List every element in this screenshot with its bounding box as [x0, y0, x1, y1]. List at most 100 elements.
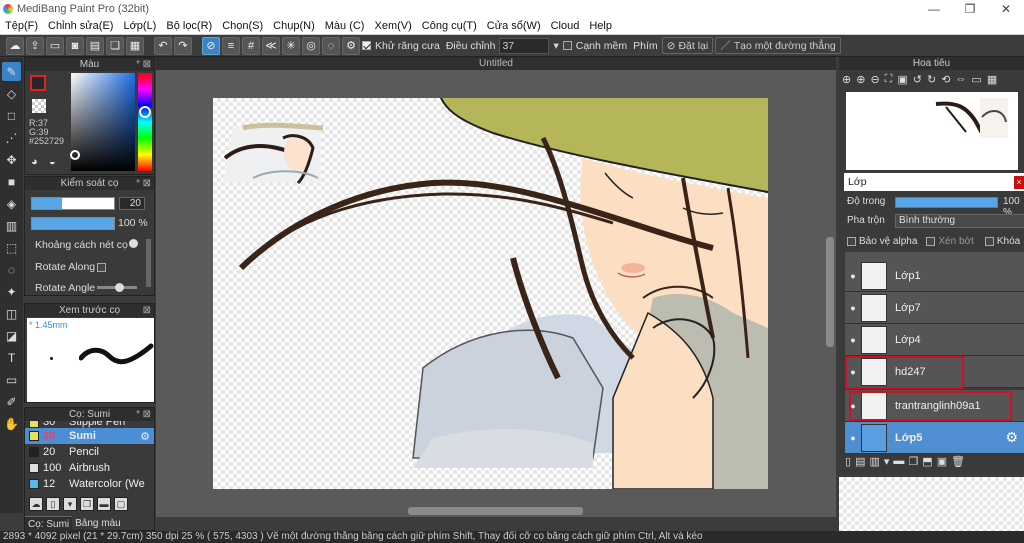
- visibility-icon[interactable]: ●: [845, 271, 861, 281]
- rotate-left-icon[interactable]: ↺: [913, 73, 922, 86]
- zoom-fit-icon[interactable]: ⊕: [842, 73, 851, 86]
- cloud-icon[interactable]: ☁: [6, 36, 24, 55]
- brush-size-value[interactable]: 20: [119, 197, 145, 210]
- pin-icon[interactable]: *: [136, 408, 140, 421]
- layer-folder-icon[interactable]: ▬: [893, 455, 904, 468]
- magic-wand-tool-icon[interactable]: ✦: [2, 282, 21, 301]
- layer-item-lop4[interactable]: ● Lớp4: [845, 324, 1024, 356]
- eyedropper-tool-icon[interactable]: ✐: [2, 392, 21, 411]
- zoom-in-icon[interactable]: ⊕: [856, 73, 865, 86]
- move-tool-icon[interactable]: ✥: [2, 150, 21, 169]
- new-brush-icon[interactable]: ▯: [46, 497, 60, 511]
- clip-checkbox[interactable]: [926, 236, 936, 246]
- snap-off-icon[interactable]: ⊘: [202, 36, 220, 55]
- brush-spacing-toggle[interactable]: [129, 239, 138, 248]
- rotate-angle-handle[interactable]: [115, 283, 124, 292]
- fullscreen-icon[interactable]: ▭: [971, 73, 981, 86]
- close-icon[interactable]: ✕: [988, 0, 1024, 18]
- pin-icon[interactable]: *: [136, 58, 140, 71]
- snap-setting-icon[interactable]: ⚙: [342, 36, 360, 55]
- brush-item-watercolor[interactable]: 12 Watercolor (We: [25, 476, 154, 492]
- fill-rect-tool-icon[interactable]: ■: [2, 172, 21, 191]
- canvas-horizontal-scrollbar[interactable]: [408, 507, 583, 515]
- copy-brush-icon[interactable]: ❐: [80, 497, 94, 511]
- bucket-tool-icon[interactable]: ◈: [2, 194, 21, 213]
- new-layer-icon[interactable]: ▯: [845, 455, 851, 468]
- rotate-reset-icon[interactable]: ⟲: [941, 73, 950, 86]
- actual-size-icon[interactable]: ▣: [897, 73, 907, 86]
- navigator-preview[interactable]: [846, 92, 1018, 170]
- brush-opacity-slider[interactable]: [31, 217, 115, 230]
- snap-parallel-icon[interactable]: ≡: [222, 36, 240, 55]
- snap-circle-icon[interactable]: ◎: [302, 36, 320, 55]
- zoom-out-icon[interactable]: ⊖: [870, 73, 879, 86]
- brush-item-pencil[interactable]: 20 Pencil: [25, 444, 154, 460]
- layer-item-lop5[interactable]: ● Lớp5 ⚙: [845, 422, 1024, 454]
- restore-icon[interactable]: ❐: [952, 0, 988, 18]
- reset-button[interactable]: ⊘ Đặt lại: [661, 37, 714, 54]
- panel-close-icon[interactable]: ⊠: [143, 177, 151, 190]
- menu-cloud[interactable]: Cloud: [546, 20, 585, 32]
- visibility-icon[interactable]: ●: [845, 303, 861, 313]
- hue-slider-handle[interactable]: [139, 106, 151, 118]
- lock-checkbox[interactable]: [984, 236, 994, 246]
- panel-close-icon[interactable]: ⊠: [143, 58, 151, 71]
- add-layer-icon[interactable]: ▾: [884, 455, 890, 468]
- antialias-checkbox[interactable]: [362, 41, 371, 50]
- share-icon[interactable]: ⇪: [26, 36, 44, 55]
- panel-close-icon[interactable]: ⊠: [143, 304, 151, 317]
- layer-opacity-slider[interactable]: [895, 197, 998, 208]
- color-picker-cursor[interactable]: [70, 150, 80, 160]
- brush-control-scrollbar[interactable]: [146, 239, 151, 287]
- menu-filter[interactable]: Bộ lọc(R): [161, 20, 217, 32]
- brush-item-airbrush[interactable]: 100 Airbrush: [25, 460, 154, 476]
- layer-settings-icon[interactable]: ▣: [937, 455, 947, 468]
- new-raster-layer-icon[interactable]: ▤: [855, 455, 865, 468]
- dropdown-icon[interactable]: ▾: [551, 40, 560, 52]
- grid-page-icon[interactable]: ▦: [126, 36, 144, 55]
- cloud-brush-icon[interactable]: ☁: [29, 497, 43, 511]
- pin-icon[interactable]: *: [136, 177, 140, 190]
- eraser-tool-icon[interactable]: ◇: [2, 84, 21, 103]
- visibility-icon[interactable]: ●: [845, 433, 861, 443]
- redo-icon[interactable]: ↷: [174, 36, 192, 55]
- navigator-more-icon[interactable]: ▦: [987, 73, 997, 86]
- brush-settings-gear-icon[interactable]: ⚙: [140, 430, 150, 443]
- blend-mode-select[interactable]: Bình thường: [895, 214, 1024, 228]
- menu-tools[interactable]: Công cụ(T): [417, 20, 482, 32]
- rectangle-tool-icon[interactable]: □: [2, 106, 21, 125]
- menu-window[interactable]: Cửa sổ(W): [482, 20, 546, 32]
- hand-tool-icon[interactable]: ✋: [2, 414, 21, 433]
- foreground-color-swatch[interactable]: [30, 75, 46, 91]
- panel-close-icon[interactable]: ⊠: [143, 408, 151, 421]
- divide-tool-icon[interactable]: ▭: [2, 370, 21, 389]
- flip-icon[interactable]: ⇔: [955, 73, 966, 86]
- folder-icon[interactable]: ▬: [97, 497, 111, 511]
- transparent-swatch[interactable]: [32, 99, 46, 113]
- select-eraser-tool-icon[interactable]: ◪: [2, 326, 21, 345]
- brush-size-slider[interactable]: [31, 197, 115, 210]
- delete-brush-icon[interactable]: ▢: [114, 497, 128, 511]
- chat-icon[interactable]: ◙: [66, 36, 84, 55]
- menu-select[interactable]: Chọn(S): [217, 20, 268, 32]
- menu-file[interactable]: Tệp(F): [0, 20, 43, 32]
- tab-color-palette[interactable]: Bảng màu: [72, 516, 124, 532]
- fit-window-icon[interactable]: ⛶: [885, 73, 893, 86]
- copy-page-icon[interactable]: ❏: [106, 36, 124, 55]
- menu-color[interactable]: Màu (C): [320, 20, 370, 32]
- snap-perspective-icon[interactable]: ≪: [262, 36, 280, 55]
- add-brush-icon[interactable]: ▾: [63, 497, 77, 511]
- comment-icon[interactable]: ▭: [46, 36, 64, 55]
- delete-layer-icon[interactable]: 🗑: [951, 455, 965, 468]
- canvas-vertical-scrollbar[interactable]: [826, 237, 834, 347]
- palette-icon[interactable]: ◕: [31, 156, 38, 168]
- menu-snap[interactable]: Chụp(N): [268, 20, 320, 32]
- rotate-right-icon[interactable]: ↻: [927, 73, 936, 86]
- snap-curve-icon[interactable]: ◌: [322, 36, 340, 55]
- layer-settings-gear-icon[interactable]: ⚙: [1005, 429, 1018, 446]
- text-tool-icon[interactable]: T: [2, 348, 21, 367]
- rotate-angle-slider[interactable]: [97, 283, 137, 292]
- select-pen-tool-icon[interactable]: ◫: [2, 304, 21, 323]
- tab-brush[interactable]: Cọ: Sumi: [25, 516, 73, 532]
- color-picker-square[interactable]: [70, 73, 135, 171]
